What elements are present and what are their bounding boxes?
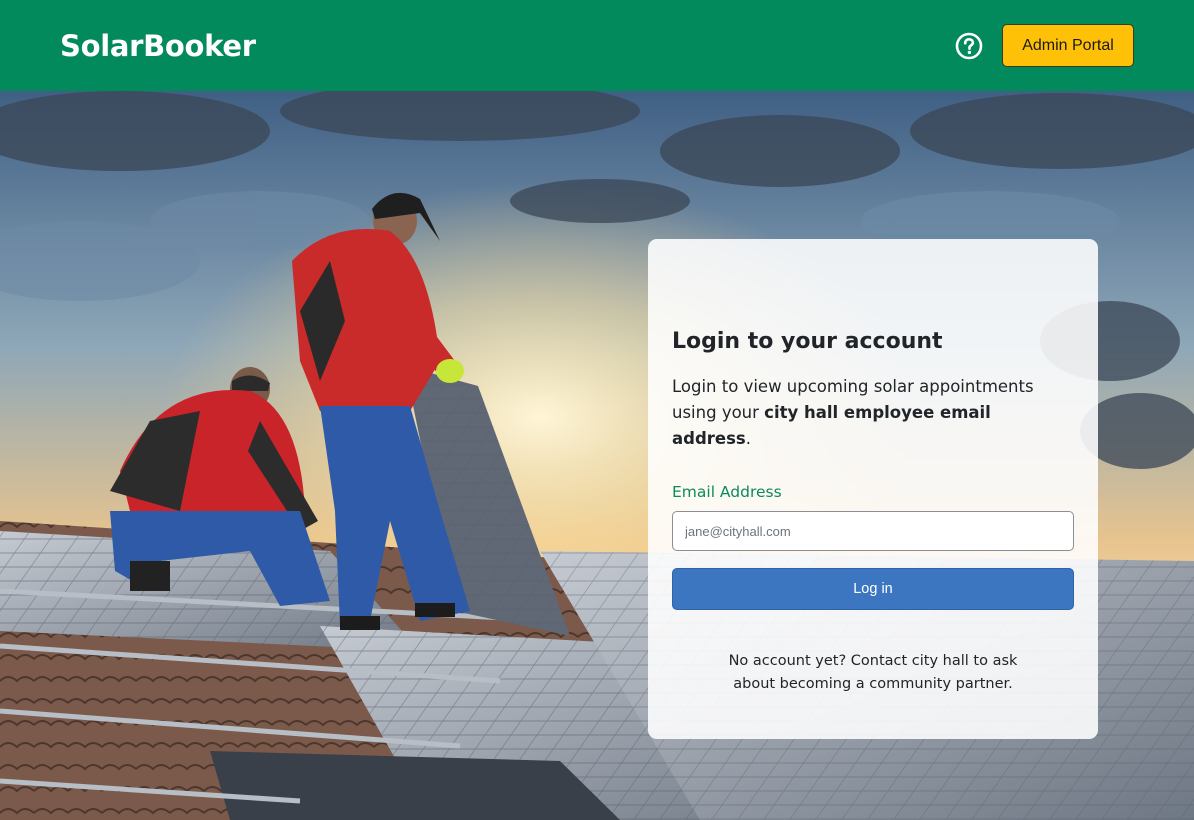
header-actions: Admin Portal [955, 24, 1134, 67]
email-field-label: Email Address [672, 483, 782, 501]
login-description: Login to view upcoming solar appointment… [672, 374, 1074, 452]
signup-help-text: No account yet? Contact city hall to ask… [728, 653, 1018, 692]
login-card: Login to your account Login to view upco… [648, 239, 1098, 739]
login-description-end: . [745, 429, 751, 448]
question-circle-icon[interactable] [955, 32, 983, 60]
brand-logo[interactable]: SolarBooker [60, 29, 256, 63]
login-title: Login to your account [672, 329, 943, 354]
top-navbar: SolarBooker Admin Portal [0, 0, 1194, 91]
email-field[interactable] [672, 511, 1074, 551]
admin-portal-button[interactable]: Admin Portal [1002, 24, 1134, 67]
login-button[interactable]: Log in [672, 568, 1074, 610]
